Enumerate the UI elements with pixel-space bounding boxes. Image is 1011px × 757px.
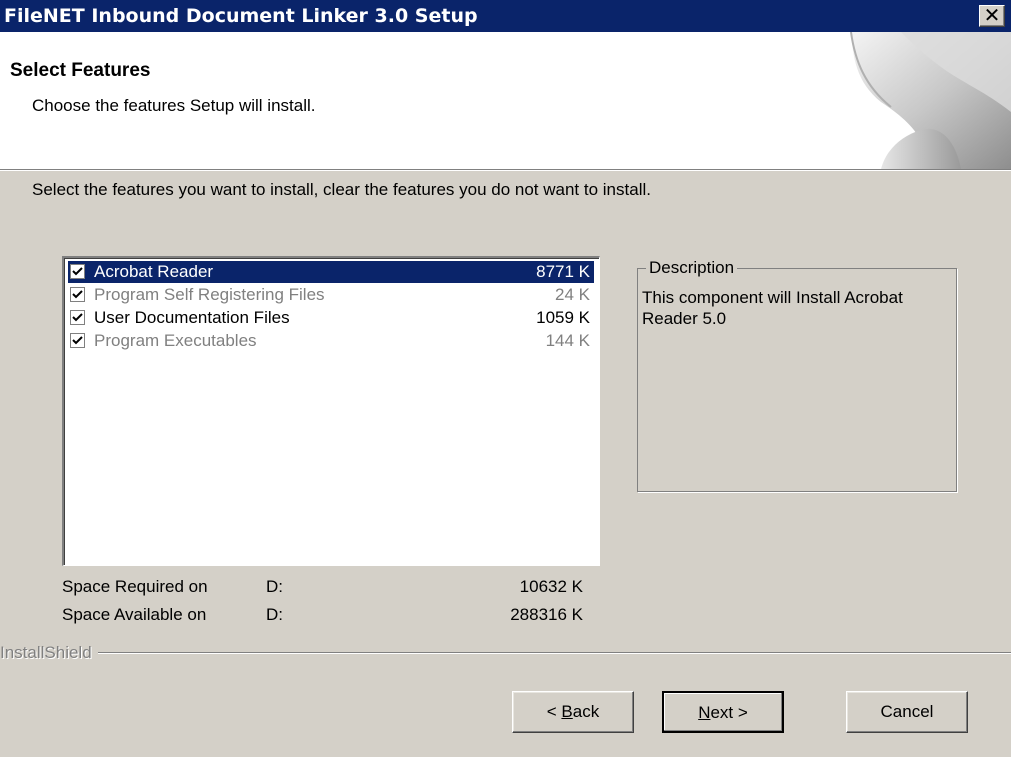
feature-row-program-executables[interactable]: Program Executables 144 K xyxy=(68,330,594,352)
back-button-accelerator: B xyxy=(561,702,573,721)
space-available-label: Space Available on xyxy=(62,605,207,624)
space-required-label: Space Required on xyxy=(62,577,208,596)
checkmark-icon xyxy=(72,336,83,345)
next-button[interactable]: Next > xyxy=(662,691,784,733)
feature-list[interactable]: Acrobat Reader 8771 K Program Self Regis… xyxy=(62,256,600,566)
window-title: FileNET Inbound Document Linker 3.0 Setu… xyxy=(4,5,478,27)
checkmark-icon xyxy=(72,267,83,276)
title-bar: FileNET Inbound Document Linker 3.0 Setu… xyxy=(0,0,1011,32)
instruction-text: Select the features you want to install,… xyxy=(32,180,651,199)
feature-row-acrobat-reader[interactable]: Acrobat Reader 8771 K xyxy=(68,261,594,283)
installshield-brand: InstallShield xyxy=(0,643,98,663)
header-panel: Select Features Choose the features Setu… xyxy=(0,32,1011,170)
space-available-value: 288316 K xyxy=(510,605,583,624)
feature-label: Program Self Registering Files xyxy=(94,285,325,304)
feature-row-user-documentation-files[interactable]: User Documentation Files 1059 K xyxy=(68,307,594,329)
feature-size: 1059 K xyxy=(536,308,590,327)
feature-size: 24 K xyxy=(555,285,590,304)
page-title: Select Features xyxy=(10,60,151,81)
next-button-accelerator: N xyxy=(698,703,711,722)
footer-divider xyxy=(0,652,1011,654)
space-required-value: 10632 K xyxy=(519,577,583,596)
feature-checkbox[interactable] xyxy=(70,287,85,302)
back-button-label: ack xyxy=(572,702,600,721)
space-available-drive: D: xyxy=(266,605,283,624)
feature-checkbox[interactable] xyxy=(70,264,85,279)
back-button[interactable]: < Back xyxy=(512,691,634,733)
checkmark-icon xyxy=(72,290,83,299)
space-required-drive: D: xyxy=(266,577,283,596)
description-legend: Description xyxy=(646,258,738,278)
description-group: Description This component will Install … xyxy=(637,258,957,492)
next-button-label: ext > xyxy=(710,703,748,722)
close-icon: ✕ xyxy=(983,3,1001,27)
feature-label: Acrobat Reader xyxy=(94,262,214,281)
page-subtitle: Choose the features Setup will install. xyxy=(32,96,316,115)
description-text: This component will Install Acrobat Read… xyxy=(642,288,903,328)
close-button[interactable]: ✕ xyxy=(979,5,1005,27)
checkmark-icon xyxy=(72,313,83,322)
feature-size: 8771 K xyxy=(536,262,590,281)
feature-row-program-self-registering-files[interactable]: Program Self Registering Files 24 K xyxy=(68,284,594,306)
page-curl-graphic-icon xyxy=(850,32,1011,169)
feature-checkbox[interactable] xyxy=(70,333,85,348)
feature-label: Program Executables xyxy=(94,331,257,350)
feature-size: 144 K xyxy=(545,331,590,350)
feature-label: User Documentation Files xyxy=(94,308,290,327)
feature-checkbox[interactable] xyxy=(70,310,85,325)
back-button-prefix: < xyxy=(546,702,562,721)
cancel-button[interactable]: Cancel xyxy=(846,691,968,733)
